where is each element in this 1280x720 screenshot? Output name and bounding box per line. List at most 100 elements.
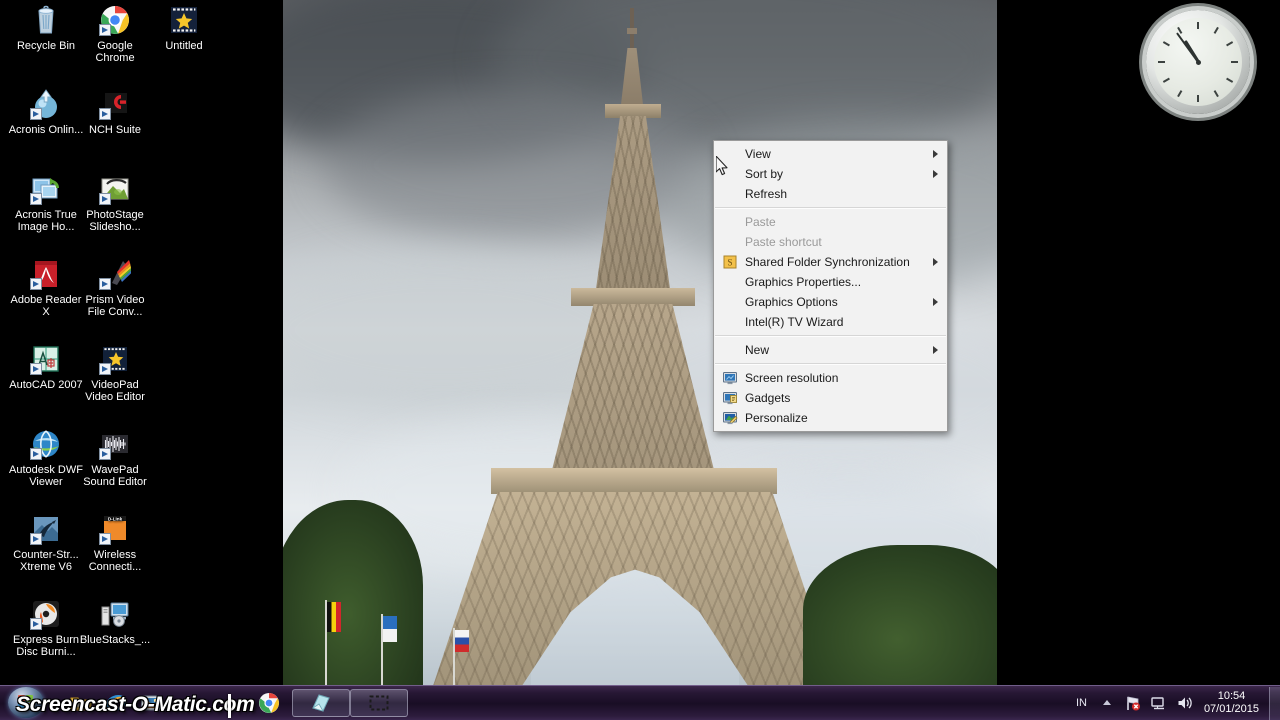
menu-item-label: Personalize (745, 411, 808, 425)
desktop-icon-label: PhotoStage Slidesho... (86, 209, 144, 233)
desktop-icon-autodesk-dwf[interactable]: Autodesk DWF Viewer (8, 428, 84, 488)
desktop-icon-dlink-wireless[interactable]: D-Link Wireless Connecti... (77, 513, 153, 573)
desktop-icon-counter-strike[interactable]: Counter-Str... Xtreme V6 (8, 513, 84, 573)
clock-tick (1213, 26, 1219, 34)
desktop-icon-label: Prism Video File Conv... (85, 294, 145, 318)
tree-foliage (803, 545, 997, 686)
counter-strike-icon (30, 513, 62, 545)
photostage-icon (99, 173, 131, 205)
menu-item-label: Paste (745, 215, 776, 229)
desktop-icon-photostage[interactable]: PhotoStage Slidesho... (77, 173, 153, 233)
shortcut-arrow-icon (30, 108, 42, 120)
volume-icon[interactable] (1176, 694, 1194, 712)
desktop-icon-google-chrome[interactable]: Google Chrome (77, 4, 153, 64)
clock-tick (1226, 77, 1234, 83)
network-icon[interactable] (1150, 694, 1168, 712)
show-desktop-button[interactable] (1269, 686, 1280, 720)
clock-tick (1177, 90, 1183, 98)
desktop-icon-bluestacks[interactable]: BlueStacks_... (77, 598, 153, 646)
desktop-icon-wavepad[interactable]: WavePad Sound Editor (77, 428, 153, 488)
submenu-arrow-icon (933, 298, 938, 306)
autodesk-dwf-icon (30, 428, 62, 460)
tray-language-indicator[interactable]: IN (1069, 697, 1094, 709)
desktop-icon-label: VideoPad Video Editor (85, 379, 145, 403)
action-center-flag-icon[interactable] (1124, 694, 1142, 712)
desktop-context-menu[interactable]: View Sort by Refresh Paste Paste shortcut S Sh… (713, 140, 948, 432)
desktop-icon-express-burn[interactable]: Express Burn Disc Burni... (8, 598, 84, 658)
desktop-icon-videopad[interactable]: VideoPad Video Editor (77, 343, 153, 403)
autocad-icon (30, 343, 62, 375)
menu-item-screen-resolution[interactable]: Screen resolution (714, 368, 947, 388)
menu-item-refresh[interactable]: Refresh (714, 184, 947, 204)
taskbar-date: 07/01/2015 (1203, 703, 1259, 715)
desktop-screen: Recycle Bin Google Chrome Untitled Acronis … (0, 0, 1280, 720)
menu-item-gadgets[interactable]: Gadgets (714, 388, 947, 408)
clock-tick (1162, 41, 1170, 47)
show-hidden-icons-chevron[interactable] (1098, 694, 1116, 712)
shortcut-arrow-icon (99, 24, 111, 36)
desktop-icon-label: Wireless Connecti... (88, 549, 142, 573)
menu-separator (715, 335, 946, 337)
desktop-icon-recycle-bin[interactable]: Recycle Bin (8, 4, 84, 52)
desktop-icon-acronis-true-image[interactable]: Acronis True Image Ho... (8, 173, 84, 233)
gadgets-icon (722, 390, 738, 406)
shortcut-arrow-icon (30, 193, 42, 205)
shortcut-arrow-icon (30, 618, 42, 630)
clock-tick (1213, 90, 1219, 98)
shortcut-arrow-icon (99, 193, 111, 205)
desktop-icon-acronis-online[interactable]: Acronis Onlin... (8, 88, 84, 136)
clock-tick (1158, 61, 1165, 63)
france-flag (455, 630, 469, 652)
dlink-wireless-icon: D-Link (99, 513, 131, 545)
svg-text:D-Link: D-Link (108, 516, 123, 521)
desktop-icon-grid: Recycle Bin Google Chrome Untitled Acronis … (0, 0, 283, 686)
desktop-icon-adobe-reader[interactable]: Adobe Reader X (8, 258, 84, 318)
adobe-reader-icon (30, 258, 62, 290)
desktop-icon-videopad-project[interactable]: Untitled (146, 4, 222, 52)
menu-item-label: Shared Folder Synchronization (745, 255, 910, 269)
desktop-icon-autocad[interactable]: AutoCAD 2007 (8, 343, 84, 391)
menu-item-label: Graphics Options (745, 295, 838, 309)
shortcut-arrow-icon (99, 363, 111, 375)
shortcut-arrow-icon (99, 533, 111, 545)
taskbar-time: 10:54 (1217, 690, 1246, 702)
menu-item-sort-by[interactable]: Sort by (714, 164, 947, 184)
blue-white-flag (383, 616, 397, 642)
menu-item-graphics-options[interactable]: Graphics Options (714, 292, 947, 312)
menu-item-label: View (745, 147, 771, 161)
submenu-arrow-icon (933, 258, 938, 266)
submenu-arrow-icon (933, 170, 938, 178)
express-burn-icon (30, 598, 62, 630)
menu-item-paste: Paste (714, 212, 947, 232)
taskbar-screencast[interactable] (350, 689, 408, 717)
menu-item-shared-folder-synchronization[interactable]: S Shared Folder Synchronization (714, 252, 947, 272)
menu-separator (715, 207, 946, 209)
menu-item-personalize[interactable]: Personalize (714, 408, 947, 428)
clock-gadget[interactable] (1146, 10, 1250, 114)
desktop-icon-prism-video[interactable]: Prism Video File Conv... (77, 258, 153, 318)
submenu-arrow-icon (933, 346, 938, 354)
desktop-icon-label: Untitled (165, 40, 203, 52)
system-tray: IN 10:54 07/01/2015 (1069, 686, 1280, 720)
shortcut-arrow-icon (30, 278, 42, 290)
desktop-icon-label: Counter-Str... Xtreme V6 (13, 549, 79, 573)
clock-tick (1197, 22, 1199, 29)
svg-text:S: S (727, 258, 732, 268)
desktop-icon-nch-suite[interactable]: NCH Suite (77, 88, 153, 136)
bluestacks-icon (99, 598, 131, 630)
shortcut-arrow-icon (30, 533, 42, 545)
shortcut-arrow-icon (30, 448, 42, 460)
videopad-icon (99, 343, 131, 375)
menu-item-intel-r-tv-wizard[interactable]: Intel(R) TV Wizard (714, 312, 947, 332)
taskbar-window[interactable] (292, 689, 350, 717)
desktop-icon-label: Recycle Bin (16, 40, 76, 52)
menu-item-view[interactable]: View (714, 144, 947, 164)
menu-item-label: Screen resolution (745, 371, 839, 385)
menu-item-new[interactable]: New (714, 340, 947, 360)
desktop-icon-label: Adobe Reader X (10, 294, 82, 318)
taskbar-clock[interactable]: 10:54 07/01/2015 (1198, 690, 1269, 716)
shortcut-arrow-icon (99, 108, 111, 120)
menu-item-label: Refresh (745, 187, 788, 201)
menu-item-graphics-properties[interactable]: Graphics Properties... (714, 272, 947, 292)
tree-foliage (283, 500, 423, 686)
